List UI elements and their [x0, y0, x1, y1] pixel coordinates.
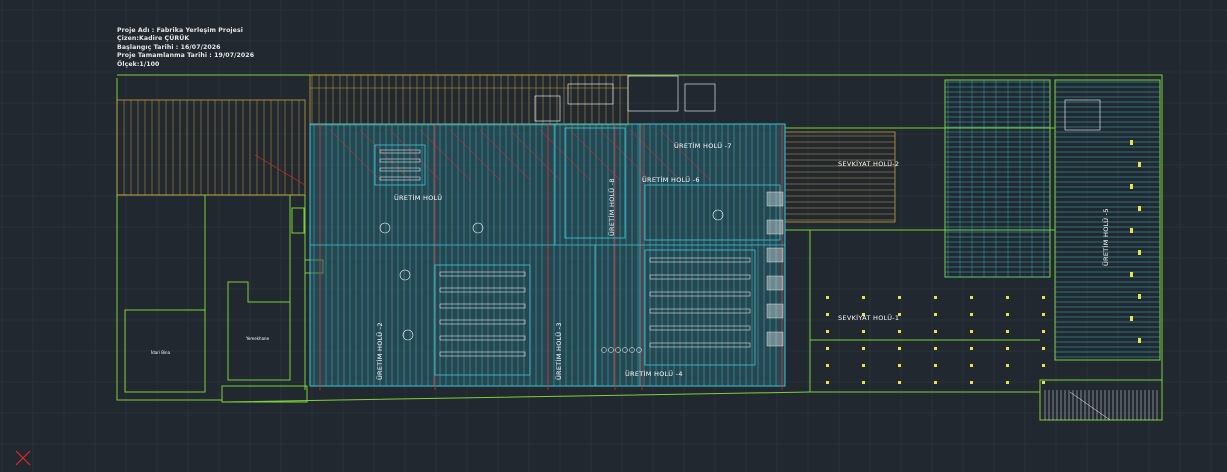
cad-drawing-canvas[interactable] [0, 0, 1227, 472]
label-uretim-holu-7: ÜRETİM HOLÜ -7 [674, 142, 732, 150]
label-uretim-holu-5: ÜRETİM HOLÜ -5 [1102, 208, 1110, 266]
completion-date: Proje Tamamlanma Tarihi : 19/07/2026 [117, 52, 255, 60]
label-uretim-holu-6: ÜRETİM HOLÜ -6 [642, 176, 700, 184]
roof-area-left [116, 99, 306, 196]
stairs [1044, 390, 1158, 421]
drawn-by: Çizen:Kadire ÇÜRÜK [117, 35, 190, 43]
start-date: Başlangıç Tarihi : 16/07/2026 [117, 43, 221, 51]
roof-area-right [784, 131, 896, 223]
ucs-icon [15, 450, 31, 466]
label-uretim-holu-3: ÜRETİM HOLÜ -3 [555, 322, 563, 380]
title-block: Proje Adı : Fabrika Yerleşim Projesi Çiz… [117, 27, 254, 69]
scale: Ölçek:1/100 [117, 60, 160, 68]
storage-area-right [945, 80, 1160, 358]
label-uretim-holu: ÜRETİM HOLÜ [394, 194, 443, 202]
roof-area-top [309, 74, 629, 126]
production-area [254, 123, 786, 390]
label-sevkiyat-holu-2: SEVKİYAT HOLÜ-2 [838, 160, 900, 168]
label-sevkiyat-holu-1: SEVKİYAT HOLÜ-1 [838, 314, 900, 322]
label-uretim-holu-8: ÜRETİM HOLÜ -8 [608, 178, 616, 236]
label-room-b: Yemekhane [246, 336, 270, 341]
label-uretim-holu-2: ÜRETİM HOLÜ -2 [376, 322, 384, 380]
label-uretim-holu-4: ÜRETİM HOLÜ -4 [625, 370, 683, 378]
label-room-a: İdari Bina [151, 350, 171, 355]
